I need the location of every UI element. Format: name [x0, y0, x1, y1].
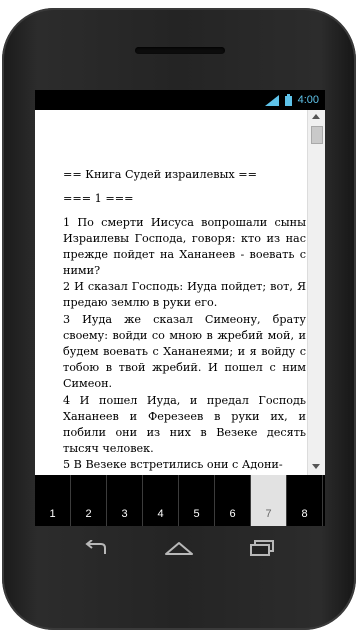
screen: 4:00 == Книга Судей израилевых == === 1 …	[35, 90, 325, 526]
reader-view[interactable]: == Книга Судей израилевых == === 1 === 1…	[35, 110, 325, 475]
clock: 4:00	[297, 94, 319, 106]
tab-2[interactable]: 2	[71, 475, 107, 526]
verse: 3 Иуда же сказал Симеону, брату своему: …	[63, 313, 306, 390]
scroll-down-arrow-icon[interactable]	[312, 464, 320, 469]
status-bar: 4:00	[35, 90, 325, 110]
back-icon	[85, 540, 106, 554]
verse: 4 И пошел Иуда, и предал Господь Хананее…	[63, 393, 306, 455]
home-icon	[165, 542, 193, 555]
earpiece	[135, 47, 225, 54]
book-title: == Книга Судей израилевых ==	[63, 168, 258, 181]
scroll-thumb[interactable]	[311, 126, 323, 144]
verse: 2 И сказал Господь: Иуда пойдет; вот, Я …	[63, 280, 306, 310]
tab-6[interactable]: 6	[215, 475, 251, 526]
tab-1[interactable]: 1	[35, 475, 71, 526]
back-button[interactable]	[76, 533, 116, 563]
verse: 1 По смерти Иисуса вопрошали сыны Израил…	[63, 215, 306, 277]
navigation-bar	[42, 533, 318, 563]
scrollbar[interactable]	[307, 110, 325, 475]
status-icons: 4:00	[264, 92, 319, 108]
verse: 5 В Везеке встретились они с Адони-	[63, 458, 283, 472]
chapter-tab-bar: 1 2 3 4 5 6 7 8	[35, 475, 325, 526]
tab-4[interactable]: 4	[143, 475, 179, 526]
tab-5[interactable]: 5	[179, 475, 215, 526]
battery-icon	[284, 94, 292, 106]
home-button[interactable]	[159, 533, 199, 563]
book-text: == Книга Судей израилевых == === 1 === 1…	[63, 167, 306, 474]
signal-icon	[264, 94, 279, 106]
tab-3[interactable]: 3	[107, 475, 143, 526]
phone-frame: 4:00 == Книга Судей израилевых == === 1 …	[2, 8, 356, 630]
scroll-up-arrow-icon[interactable]	[312, 114, 320, 119]
chapter-heading: === 1 ===	[63, 191, 134, 205]
recent-apps-button[interactable]	[242, 533, 282, 563]
tab-8[interactable]: 8	[287, 475, 323, 526]
recent-apps-icon	[250, 540, 274, 556]
tab-7[interactable]: 7	[251, 475, 287, 526]
